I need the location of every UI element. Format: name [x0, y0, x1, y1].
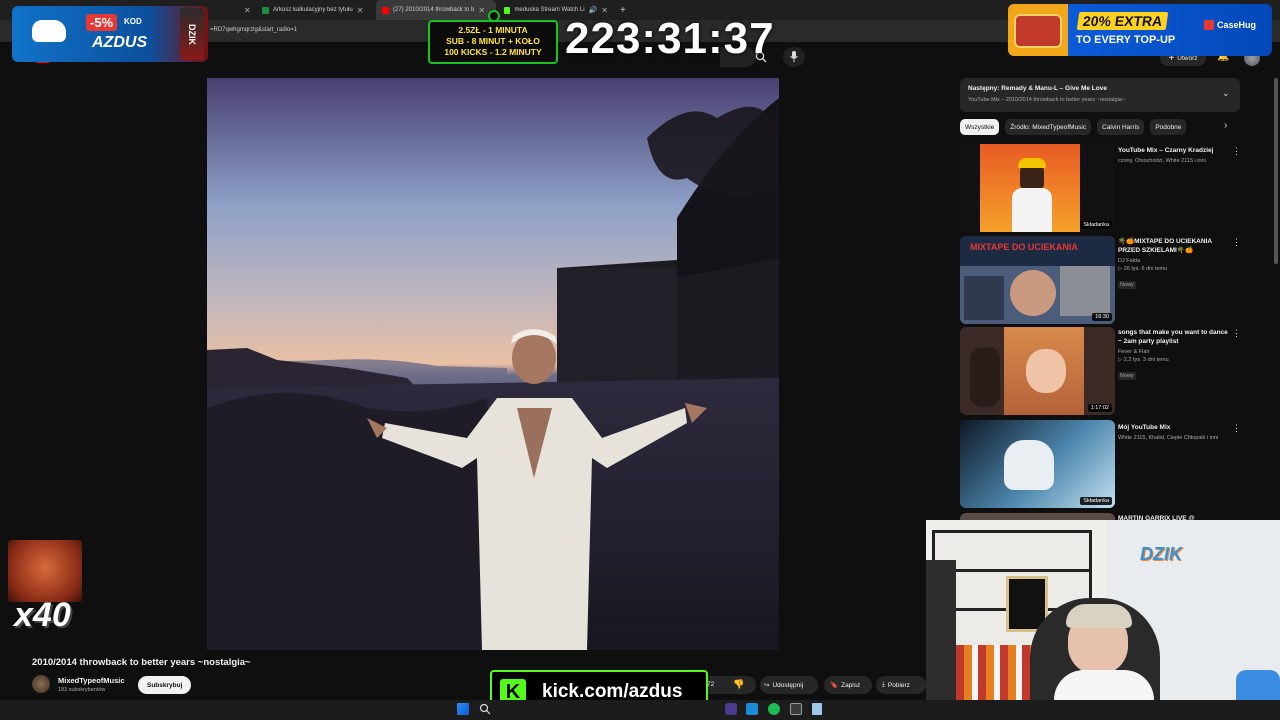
- windows-start-icon[interactable]: [457, 703, 469, 715]
- video-channel: czony, Otsochodzi, White 2115 i inni: [1118, 158, 1206, 164]
- subathon-timer: 223:31:37: [565, 14, 775, 63]
- duration-badge: Składanka: [1080, 497, 1112, 505]
- kod-label: KOD: [124, 17, 142, 26]
- timer-rule: SUB - 8 MINUT + KOŁO: [446, 36, 540, 46]
- chevron-right-icon[interactable]: ›: [1224, 120, 1227, 131]
- multiplier-label: x40: [14, 596, 71, 634]
- download-icon: ⤓: [882, 681, 885, 688]
- save-button[interactable]: 🔖 Zapisz: [830, 681, 860, 690]
- webcam-feed: DZIK: [926, 520, 1280, 720]
- chevron-down-icon[interactable]: ⌄: [1222, 88, 1230, 99]
- list-item[interactable]: Mój YouTube Mix White 2115, Khalid, Ciep…: [1118, 423, 1230, 442]
- close-icon[interactable]: ✕: [478, 6, 485, 15]
- thumbnail[interactable]: 1:17:02: [960, 327, 1115, 415]
- channel-avatar[interactable]: [32, 675, 50, 693]
- video-channel: Fever & Flair: [1118, 349, 1150, 355]
- youtube-icon: [382, 6, 389, 14]
- video-title: Mój YouTube Mix: [1118, 424, 1171, 431]
- clock-icon: [488, 10, 500, 22]
- video-channel: DJ Falda: [1118, 258, 1141, 264]
- up-next-title: Następny: Remady & Manu-L – Give Me Love: [968, 85, 1107, 92]
- kick-icon: [504, 6, 511, 14]
- more-icon[interactable]: ⋮: [1232, 146, 1241, 157]
- bookmark-icon: 🔖: [830, 682, 839, 689]
- download-button[interactable]: ⤓ Pobierz: [882, 681, 910, 689]
- tab-youtube[interactable]: (27) 2010/2014 throwback to b ✕: [376, 0, 496, 20]
- speaker-icon[interactable]: 🔊: [589, 6, 598, 14]
- promo-code: AZDUS: [92, 34, 148, 51]
- duration-badge: 16:30: [1092, 313, 1112, 321]
- up-next-box[interactable]: Następny: Remady & Manu-L – Give Me Love…: [960, 78, 1240, 112]
- like-count[interactable]: 72: [707, 681, 714, 688]
- filter-chips: Wszystkie Źródło: MixedTypeofMusic Calvi…: [960, 119, 1187, 135]
- timer-rule: 100 KICKS - 1.2 MINUTY: [444, 47, 542, 57]
- list-item[interactable]: songs that make you want to dance ~ 2am …: [1118, 328, 1230, 382]
- video-stats: ▷ 26 tys. 6 dni temu: [1118, 266, 1168, 272]
- video-title: 2010/2014 throwback to better years ~nos…: [32, 657, 251, 668]
- discount-label: -5%: [86, 14, 118, 31]
- video-title: YouTube Mix – Czarny Kradziej: [1118, 147, 1214, 154]
- dzik-can-label: DZIK: [180, 8, 204, 60]
- up-next-subtitle: YouTube Mix – 2010/2014 throwback to bet…: [968, 97, 1126, 103]
- thumbnail[interactable]: MIXTAPE DO UCIEKANIA 16:30: [960, 236, 1115, 324]
- dislike-icon[interactable]: 👎: [733, 679, 744, 690]
- new-badge: Nowy: [1118, 281, 1136, 289]
- bull-logo-icon: [32, 20, 66, 42]
- more-icon[interactable]: ⋮: [1232, 237, 1241, 248]
- chip-calvin-harris[interactable]: Calvin Harris: [1097, 119, 1145, 135]
- video-stats: ▷ 2,2 tys. 3 dni temu: [1118, 357, 1169, 363]
- subscribe-button[interactable]: Subskrybuj: [138, 676, 192, 694]
- chip-all[interactable]: Wszystkie: [960, 119, 1000, 135]
- list-item[interactable]: 🌴🍊MIXTAPE DO UCIEKANIA PRZED SZKIELAMI🌴🍊…: [1118, 237, 1230, 291]
- scrollbar-thumb[interactable]: [1274, 78, 1278, 264]
- calculator-icon[interactable]: [812, 703, 822, 715]
- dzik-promo-banner: -5% KOD AZDUS DZIK: [12, 6, 208, 62]
- share-icon: ↪: [764, 682, 770, 689]
- explorer-icon[interactable]: [746, 703, 758, 715]
- new-badge: Nowy: [1118, 372, 1136, 380]
- topup-label: TO EVERY TOP-UP: [1076, 34, 1176, 46]
- chip-similar[interactable]: Podobne: [1150, 119, 1187, 135]
- tab-spreadsheet[interactable]: Arkusz kalkulacyjny bez tytułu ✕: [256, 0, 374, 20]
- donation-timer-rules: 2.5ZŁ - 1 MINUTA SUB - 8 MINUT + KOŁO 10…: [428, 10, 558, 64]
- thumbnail[interactable]: Składanka: [960, 420, 1115, 508]
- thumbnail[interactable]: Składanka: [960, 144, 1115, 232]
- video-channel: White 2115, Khalid, Ciepłe Chłopaki i in…: [1118, 435, 1219, 441]
- dzik-wall-logo: DZIK: [1140, 544, 1182, 564]
- video-frame-image: [207, 78, 779, 650]
- more-icon[interactable]: ⋮: [1232, 423, 1241, 434]
- more-icon[interactable]: ⋮: [1232, 328, 1241, 339]
- timer-rule: 2.5ZŁ - 1 MINUTA: [458, 25, 528, 35]
- treasure-chest-icon: [1014, 14, 1062, 48]
- channel-name[interactable]: MixedTypeofMusic: [58, 676, 125, 685]
- list-item[interactable]: YouTube Mix – Czarny Kradziej czony, Ots…: [1118, 146, 1230, 165]
- sheets-icon: [262, 6, 269, 14]
- discord-icon[interactable]: [725, 703, 737, 715]
- video-title: 🌴🍊MIXTAPE DO UCIEKANIA PRZED SZKIELAMI🌴🍊: [1118, 238, 1212, 254]
- terminal-icon[interactable]: [790, 703, 802, 715]
- subscriber-count: 183 subskrybentów: [58, 687, 106, 693]
- video-title: songs that make you want to dance ~ 2am …: [1118, 329, 1228, 345]
- close-icon[interactable]: ✕: [357, 6, 364, 15]
- microphone-icon[interactable]: [789, 50, 799, 64]
- taskbar-search-icon[interactable]: [479, 703, 491, 715]
- casehug-logo: CaseHug: [1204, 20, 1256, 30]
- video-player[interactable]: [207, 78, 779, 650]
- windows-taskbar: [0, 700, 1280, 720]
- share-button[interactable]: ↪ Udostępnij: [764, 681, 803, 690]
- url-text[interactable]: =RD7qwhgmqrzlg&start_radio=1: [210, 27, 297, 33]
- duration-badge: 1:17:02: [1087, 404, 1112, 412]
- chip-source[interactable]: Źródło: MixedTypeofMusic: [1005, 119, 1092, 135]
- duration-badge: Składanka: [1080, 221, 1112, 229]
- extra-label: 20% EXTRA: [1076, 12, 1169, 30]
- casehug-icon: [1204, 20, 1214, 30]
- emote-image: [8, 540, 82, 602]
- tab-close-button[interactable]: ✕: [238, 0, 257, 20]
- casehug-promo-banner: 20% EXTRA TO EVERY TOP-UP CaseHug: [1008, 4, 1272, 56]
- spotify-icon[interactable]: [768, 703, 780, 715]
